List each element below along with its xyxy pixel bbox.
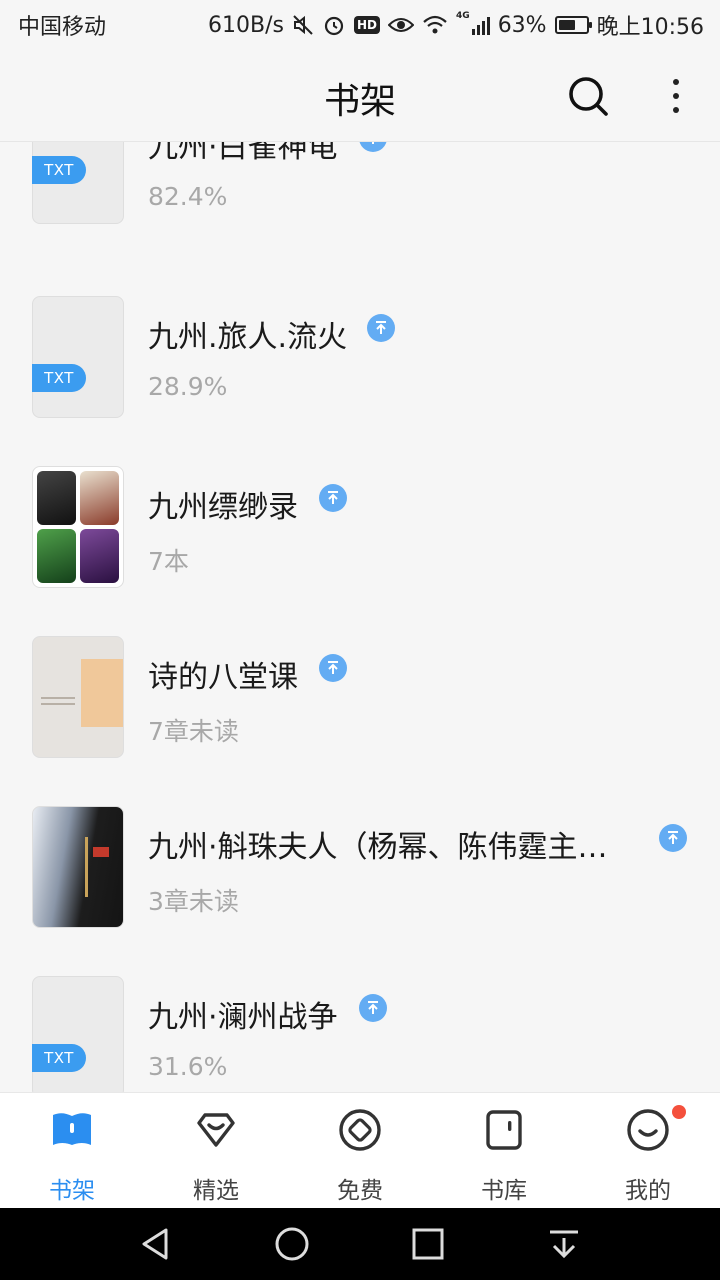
pin-top-icon[interactable] bbox=[359, 142, 387, 152]
book-count: 7本 bbox=[148, 547, 189, 576]
tab-label: 我的 bbox=[625, 1178, 671, 1204]
recents-icon[interactable] bbox=[410, 1226, 446, 1262]
battery-icon bbox=[554, 12, 592, 38]
tab-label: 精选 bbox=[193, 1178, 239, 1204]
bookshelf-list[interactable]: TXT 九州·白雀神龟 82.4% TXT 九州.旅人.流火 28.9% 九州缥… bbox=[0, 142, 720, 1092]
book-item[interactable]: 九州·斛珠夫人（杨幂、陈伟霆主… 3章未读 bbox=[0, 802, 720, 972]
tab-label: 书架 bbox=[49, 1178, 95, 1204]
book-cover bbox=[32, 806, 124, 928]
book-item[interactable]: TXT 九州·白雀神龟 82.4% bbox=[0, 142, 720, 292]
library-icon bbox=[486, 1110, 522, 1150]
unread-chapters: 7章未读 bbox=[148, 717, 239, 746]
app-header: 书架 bbox=[0, 50, 720, 142]
book-cover bbox=[32, 296, 124, 418]
network-speed: 610B/s bbox=[208, 12, 285, 38]
txt-badge: TXT bbox=[32, 1044, 86, 1072]
pin-top-icon[interactable] bbox=[319, 484, 347, 512]
mute-icon bbox=[292, 12, 314, 38]
status-bar: 中国移动 610B/s HD 4G 63% 晚上10:56 bbox=[0, 0, 720, 50]
collection-cover bbox=[32, 466, 124, 588]
tab-featured[interactable]: 精选 bbox=[144, 1093, 288, 1208]
status-icons: 610B/s HD 4G 63% 晚上10:56 bbox=[208, 9, 704, 41]
hd-icon: HD bbox=[354, 12, 381, 38]
cellular-signal-icon: 4G bbox=[456, 12, 490, 38]
book-title: 诗的八堂课 bbox=[148, 660, 298, 695]
back-icon[interactable] bbox=[138, 1226, 174, 1262]
eye-icon bbox=[388, 12, 415, 38]
bottom-navigation: 书架 精选 免费 书库 我的 bbox=[0, 1092, 720, 1208]
tab-library[interactable]: 书库 bbox=[432, 1093, 576, 1208]
clock: 晚上10:56 bbox=[596, 15, 704, 40]
pin-top-icon[interactable] bbox=[659, 824, 687, 852]
carrier-name: 中国移动 bbox=[18, 15, 107, 40]
book-title: 九州·斛珠夫人（杨幂、陈伟霆主… bbox=[148, 830, 608, 865]
txt-badge: TXT bbox=[32, 156, 86, 184]
free-coin-icon bbox=[339, 1109, 381, 1151]
tab-profile[interactable]: 我的 bbox=[576, 1093, 720, 1208]
book-title: 九州缥缈录 bbox=[148, 490, 298, 525]
search-icon[interactable] bbox=[566, 74, 610, 118]
alarm-icon bbox=[322, 12, 346, 38]
wifi-icon bbox=[422, 12, 448, 38]
book-item[interactable]: TXT 九州.旅人.流火 28.9% bbox=[0, 292, 720, 462]
book-cover bbox=[32, 976, 124, 1092]
book-progress: 82.4% bbox=[148, 182, 228, 211]
tab-free[interactable]: 免费 bbox=[288, 1093, 432, 1208]
bookshelf-icon bbox=[53, 1113, 91, 1145]
pin-top-icon[interactable] bbox=[367, 314, 395, 342]
book-item[interactable]: TXT 九州·澜州战争 31.6% bbox=[0, 972, 720, 1092]
page-title: 书架 bbox=[323, 81, 396, 122]
featured-heart-icon bbox=[197, 1113, 235, 1147]
book-title: 九州.旅人.流火 bbox=[148, 320, 348, 355]
txt-badge: TXT bbox=[32, 364, 86, 392]
book-item[interactable]: 九州缥缈录 7本 bbox=[0, 462, 720, 632]
book-cover bbox=[32, 636, 124, 758]
pin-top-icon[interactable] bbox=[359, 994, 387, 1022]
cover-thumb bbox=[37, 471, 76, 525]
home-icon[interactable] bbox=[274, 1226, 310, 1262]
cover-thumb bbox=[80, 471, 119, 525]
book-item[interactable]: 诗的八堂课 7章未读 bbox=[0, 632, 720, 802]
book-progress: 31.6% bbox=[148, 1052, 228, 1081]
system-navigation-bar bbox=[0, 1208, 720, 1280]
pin-top-icon[interactable] bbox=[319, 654, 347, 682]
tab-label: 书库 bbox=[481, 1178, 527, 1204]
notification-dot bbox=[672, 1105, 686, 1119]
book-progress: 28.9% bbox=[148, 372, 228, 401]
cover-thumb bbox=[37, 529, 76, 583]
battery-percent: 63% bbox=[497, 12, 547, 38]
notification-pull-icon[interactable] bbox=[546, 1226, 582, 1262]
cover-thumb bbox=[80, 529, 119, 583]
profile-smile-icon bbox=[627, 1109, 669, 1151]
book-title: 九州·澜州战争 bbox=[148, 1000, 338, 1035]
tab-label: 免费 bbox=[337, 1178, 383, 1204]
book-title: 九州·白雀神龟 bbox=[148, 142, 338, 165]
tab-bookshelf[interactable]: 书架 bbox=[0, 1093, 144, 1208]
unread-chapters: 3章未读 bbox=[148, 887, 239, 916]
more-vertical-icon[interactable] bbox=[660, 74, 692, 118]
